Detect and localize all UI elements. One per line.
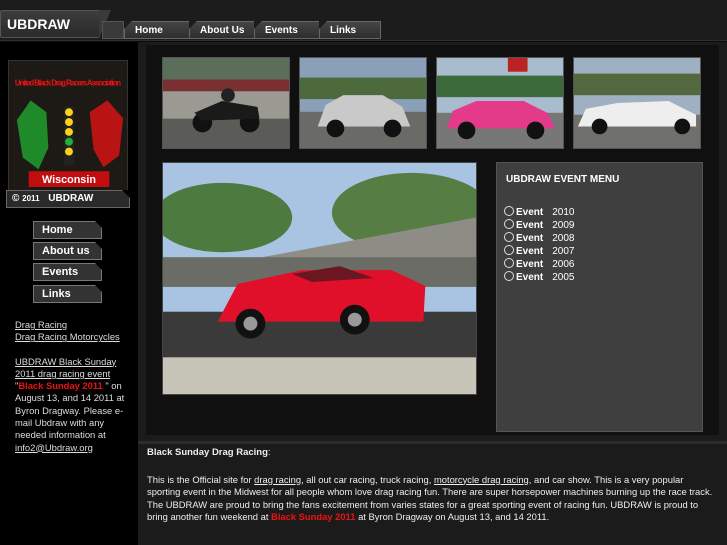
thumbnail-motorcycle[interactable] <box>162 57 290 149</box>
event-label: Event <box>516 259 544 270</box>
motorcycle-photo <box>163 58 289 148</box>
event-option[interactable]: Event 2007 <box>504 245 574 257</box>
radio-icon[interactable] <box>504 219 514 229</box>
text-segment: at Byron Dragway on August 13, and 14 20… <box>355 511 550 523</box>
copyright-name: UBDRAW <box>48 193 94 204</box>
article-heading: Black Sunday Drag Racing: <box>147 447 719 460</box>
event-year: 2007 <box>552 246 575 257</box>
event-year: 2006 <box>552 259 575 270</box>
sidebar-button-home[interactable]: Home <box>33 221 102 239</box>
link-black-sunday-event[interactable]: UBDRAW Black Sunday 2011 drag racing eve… <box>15 356 116 379</box>
thumbnail-gray-car[interactable] <box>299 57 427 149</box>
article-paragraph: This is the Official site for drag racin… <box>147 474 719 524</box>
logo-emblem-image: United Black Drag Racers Association Wis… <box>9 61 127 191</box>
event-year: 2010 <box>552 207 575 218</box>
sidebar-text: Drag Racing Drag Racing Motorcycles UBDR… <box>15 319 133 466</box>
link-drag-racing-inline[interactable]: drag racing <box>254 474 301 485</box>
radio-icon[interactable] <box>504 232 514 242</box>
svg-text:Wisconsin: Wisconsin <box>42 174 96 186</box>
text-segment: , all out car racing, truck racing, <box>301 473 434 485</box>
nav-about-us[interactable]: About Us <box>189 21 256 39</box>
event-label: Event <box>516 272 544 283</box>
event-year: 2008 <box>552 233 575 244</box>
link-drag-racing[interactable]: Drag Racing <box>15 319 67 330</box>
copyright-symbol: © <box>12 193 20 204</box>
event-year: 2009 <box>552 220 575 231</box>
sidebar-button-events[interactable]: Events <box>33 263 102 281</box>
main-content: UBDRAW EVENT MENU Event 2010 Event 2009 Ev… <box>138 42 727 545</box>
header: UBDRAW Home About Us Events Links <box>0 0 727 41</box>
event-name-highlight: Black Sunday 2011 <box>271 511 356 523</box>
nav-links[interactable]: Links <box>319 21 381 39</box>
radio-icon[interactable] <box>504 206 514 216</box>
event-name-highlight: Black Sunday 2011 <box>18 380 103 392</box>
radio-icon[interactable] <box>504 258 514 268</box>
event-year: 2005 <box>552 272 575 283</box>
nav-home[interactable]: Home <box>124 21 191 39</box>
site-title: UBDRAW <box>0 10 111 38</box>
divider <box>138 441 727 444</box>
white-car-photo <box>574 58 700 148</box>
red-car-photo <box>163 163 476 394</box>
thumbnail-pink-car[interactable] <box>436 57 564 149</box>
sidebar-button-about-us[interactable]: About us <box>33 242 102 260</box>
nav-decoration <box>102 21 124 39</box>
link-motorcycle-drag-racing[interactable]: motorcycle drag racing <box>434 474 529 485</box>
hero-photo <box>162 162 477 395</box>
event-option[interactable]: Event 2009 <box>504 219 574 231</box>
pink-car-photo <box>437 58 563 148</box>
copyright-year: 2011 <box>22 194 40 203</box>
radio-icon[interactable] <box>504 271 514 281</box>
thumbnail-white-car[interactable] <box>573 57 701 149</box>
radio-icon[interactable] <box>504 245 514 255</box>
event-option[interactable]: Event 2006 <box>504 258 574 270</box>
event-option[interactable]: Event 2005 <box>504 271 574 283</box>
link-drag-racing-motorcycles[interactable]: Drag Racing Motorcycles <box>15 331 120 342</box>
nav-events[interactable]: Events <box>254 21 321 39</box>
event-menu: UBDRAW EVENT MENU Event 2010 Event 2009 Ev… <box>496 162 703 432</box>
article: Black Sunday Drag Racing: This is the Of… <box>147 447 719 524</box>
event-label: Event <box>516 207 544 218</box>
gallery-stage: UBDRAW EVENT MENU Event 2010 Event 2009 Ev… <box>146 45 719 435</box>
sidebar-button-links[interactable]: Links <box>33 285 102 303</box>
gray-car-photo <box>300 58 426 148</box>
event-label: Event <box>516 246 544 257</box>
heading-colon: : <box>267 447 271 458</box>
copyright-badge: © 2011 UBDRAW <box>6 190 130 208</box>
email-link[interactable]: info2@Ubdraw.org <box>15 442 93 453</box>
event-label: Event <box>516 233 544 244</box>
event-option[interactable]: Event 2008 <box>504 232 574 244</box>
sidebar: United Black Drag Racers Association Wis… <box>0 42 138 545</box>
svg-text:United Black Drag Racers Assoc: United Black Drag Racers Association <box>15 79 121 88</box>
logo[interactable]: United Black Drag Racers Association Wis… <box>8 60 128 192</box>
event-option[interactable]: Event 2010 <box>504 206 574 218</box>
text-segment: This is the Official site for <box>147 473 255 485</box>
event-label: Event <box>516 220 544 231</box>
event-menu-title: UBDRAW EVENT MENU <box>506 174 620 185</box>
article-heading-text: Black Sunday Drag Racing <box>147 447 268 458</box>
